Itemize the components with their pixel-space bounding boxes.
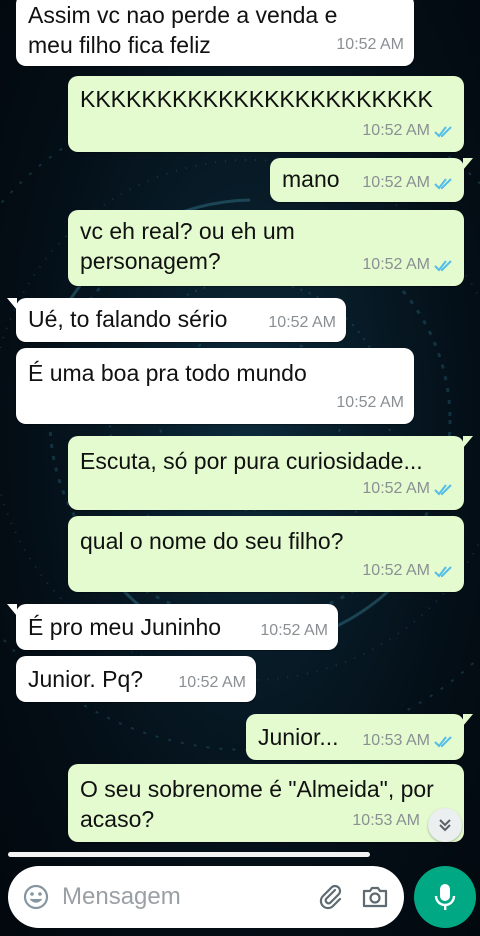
message-bubble-incoming[interactable]: É pro meu Juninho 10:52 AM xyxy=(7,604,338,650)
message-bubble-outgoing[interactable]: Escuta, só por pura curiosidade... 10:52… xyxy=(68,436,473,510)
next-message-edge xyxy=(8,852,370,857)
double-check-icon xyxy=(434,126,452,138)
message-bubble-outgoing[interactable]: mano 10:52 AM xyxy=(270,158,473,202)
paperclip-icon[interactable] xyxy=(316,882,346,912)
message-time: 10:52 AM xyxy=(362,480,430,497)
camera-icon[interactable] xyxy=(360,882,390,912)
message-text: qual o nome do seu filho? xyxy=(80,528,344,554)
message-bubble-outgoing[interactable]: qual o nome do seu filho? 10:52 AM xyxy=(68,516,464,592)
message-time: 10:52 AM xyxy=(362,562,430,579)
microphone-icon xyxy=(434,884,456,910)
message-time: 10:53 AM xyxy=(362,732,430,749)
message-meta: 10:53 AM xyxy=(352,806,420,836)
message-time: 10:52 AM xyxy=(260,622,328,639)
message-time: 10:53 AM xyxy=(352,812,420,829)
message-bubble-outgoing[interactable]: O seu sobrenome é "Almeida", por acaso? … xyxy=(68,764,464,842)
chevron-double-down-icon xyxy=(439,819,451,832)
message-time: 10:52 AM xyxy=(336,36,404,53)
double-check-icon xyxy=(434,178,452,190)
message-bubble-incoming[interactable]: É uma boa pra todo mundo 10:52 AM xyxy=(16,348,414,424)
message-meta: 10:52 AM xyxy=(336,30,404,60)
message-meta: 10:52 AM xyxy=(362,116,454,146)
message-bubble-outgoing[interactable]: KKKKKKKKKKKKKKKKKKKKKKK 10:52 AM xyxy=(68,76,464,152)
message-meta: 10:52 AM xyxy=(260,616,328,646)
message-meta: 10:52 AM xyxy=(362,474,454,504)
message-meta: 10:52 AM xyxy=(362,250,454,280)
message-bubble-incoming[interactable]: Junior. Pq? 10:52 AM xyxy=(16,656,256,702)
message-meta: 10:52 AM xyxy=(362,168,454,198)
message-text: Escuta, só por pura curiosidade... xyxy=(80,448,423,474)
emoji-icon[interactable] xyxy=(22,883,50,911)
message-text: KKKKKKKKKKKKKKKKKKKKKKK xyxy=(80,86,433,112)
message-bubble-incoming[interactable]: Ué, to falando sério 10:52 AM xyxy=(7,298,346,342)
message-time: 10:52 AM xyxy=(336,394,404,411)
message-bubble-outgoing[interactable]: Junior... 10:53 AM xyxy=(246,714,473,760)
message-meta: 10:52 AM xyxy=(362,556,454,586)
message-meta: 10:52 AM xyxy=(336,388,404,418)
message-time: 10:52 AM xyxy=(362,122,430,139)
message-meta: 10:53 AM xyxy=(362,726,454,756)
message-list[interactable]: Assim vc nao perde a venda e meu filho f… xyxy=(0,0,480,858)
message-composer xyxy=(8,866,404,928)
message-time: 10:52 AM xyxy=(268,314,336,331)
message-text: É uma boa pra todo mundo xyxy=(28,360,307,386)
message-meta: 10:52 AM xyxy=(178,668,246,698)
message-input[interactable] xyxy=(62,880,302,914)
double-check-icon xyxy=(434,736,452,748)
message-meta: 10:52 AM xyxy=(268,308,336,338)
message-bubble-incoming[interactable]: Assim vc nao perde a venda e meu filho f… xyxy=(16,0,414,66)
double-check-icon xyxy=(434,484,452,496)
message-time: 10:52 AM xyxy=(178,674,246,691)
double-check-icon xyxy=(434,566,452,578)
microphone-button[interactable] xyxy=(414,866,476,928)
double-check-icon xyxy=(434,260,452,272)
scroll-to-bottom-button[interactable] xyxy=(428,808,462,842)
message-time: 10:52 AM xyxy=(362,256,430,273)
message-bubble-outgoing[interactable]: vc eh real? ou eh um personagem? 10:52 A… xyxy=(68,210,464,286)
message-time: 10:52 AM xyxy=(362,174,430,191)
